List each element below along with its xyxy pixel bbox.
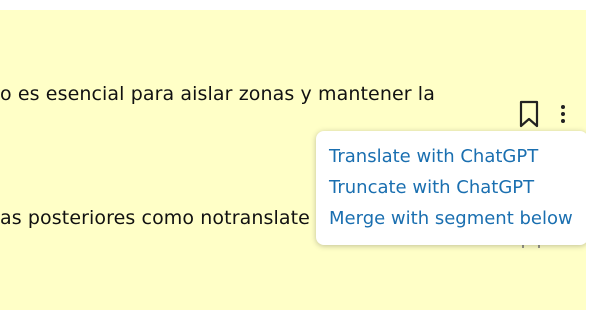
segment-text-2: as posteriores como notranslate — [0, 207, 310, 229]
menu-item-truncate-chatgpt[interactable]: Truncate with ChatGPT — [316, 172, 586, 203]
kebab-dot — [561, 112, 565, 116]
kebab-menu-icon — [561, 105, 565, 109]
bookmark-icon — [519, 100, 539, 128]
bookmark-button[interactable] — [516, 98, 542, 130]
right-gutter — [586, 10, 600, 310]
menu-item-merge-segment-below[interactable]: Merge with segment below — [316, 203, 586, 234]
segment-panel: o es esencial para aislar zonas y manten… — [0, 10, 586, 310]
menu-item-translate-chatgpt[interactable]: Translate with ChatGPT — [316, 141, 586, 172]
segment-text-1: o es esencial para aislar zonas y manten… — [0, 83, 435, 105]
segment-actions-menu: Translate with ChatGPT Truncate with Cha… — [316, 131, 586, 245]
kebab-dot — [561, 119, 565, 123]
more-options-button[interactable] — [553, 100, 573, 128]
editor-view: o es esencial para aislar zonas y manten… — [0, 0, 600, 324]
